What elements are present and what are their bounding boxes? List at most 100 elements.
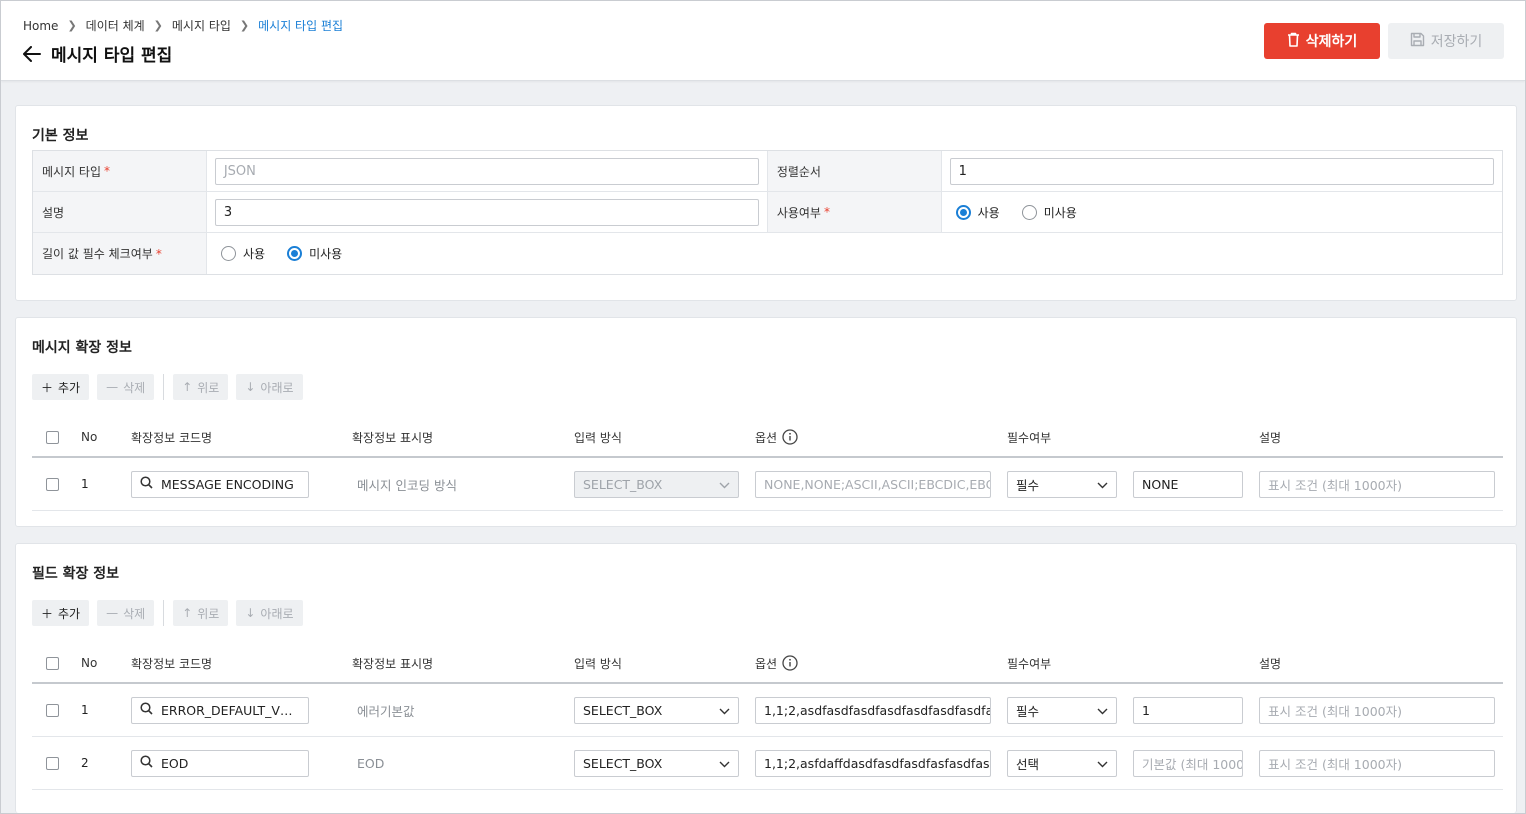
page-title: 메시지 타입 편집 [51,46,173,66]
remove-button[interactable]: — 삭제 [97,600,155,626]
field-ext-grid: No 확장정보 코드명 확장정보 표시명 입력 방식 옵션 필수여부 설명 1 [32,644,1503,790]
col-code: 확장정보 코드명 [131,430,213,445]
col-description: 설명 [1259,656,1282,671]
chevron-down-icon [1097,703,1108,718]
display-name-text: EOD [357,755,385,771]
col-input-type: 입력 방식 [574,656,622,671]
col-required: 필수여부 [1007,430,1052,445]
use-yn-label: 사용여부 * [767,192,942,232]
options-input[interactable]: 1,1;2,asdfasdfasdfasdfasdfasdfasdfa [755,696,991,724]
use-yn-radio-group: 사용 미사용 [950,204,1077,221]
description-input[interactable]: 3 [214,198,759,226]
description-input[interactable]: 표시 조건 (최대 1000자) [1259,749,1495,777]
message-ext-title: 메시지 확장 정보 [32,340,132,356]
info-icon[interactable] [782,655,798,671]
add-button[interactable]: ＋ 추가 [32,600,90,626]
use-yn-radio-use[interactable]: 사용 [955,204,1000,221]
length-check-radio-use[interactable]: 사용 [221,245,265,262]
row-no: 1 [81,703,89,717]
description-input[interactable]: 표시 조건 (최대 1000자) [1259,696,1495,724]
basic-info-form: 메시지 타입 * JSON 정렬순서 1 설명 3 사용여부 * 사용 미사용 … [32,150,1503,275]
radio-checked-icon [955,204,971,220]
back-arrow-icon[interactable] [21,43,43,65]
input-type-select[interactable]: SELECT_BOX [574,696,739,724]
display-name-text: 메시지 인코딩 방식 [357,477,457,493]
delete-button-label: 삭제하기 [1305,34,1358,50]
grid-header: No 확장정보 코드명 확장정보 표시명 입력 방식 옵션 필수여부 설명 [32,418,1503,458]
add-button[interactable]: ＋ 추가 [32,374,90,400]
default-value-input[interactable]: NONE [1133,470,1243,498]
move-down-button[interactable]: ↓ 아래로 [236,600,303,626]
input-type-select: SELECT_BOX [574,470,739,498]
col-display: 확장정보 표시명 [352,430,434,445]
required-select[interactable]: 선택 [1007,749,1117,777]
message-ext-toolbar: ＋ 추가 — 삭제 ↑ 위로 ↓ 아래로 [32,374,303,400]
message-type-label: 메시지 타입 * [33,151,207,191]
plus-icon: ＋ [41,606,54,621]
sort-order-input[interactable]: 1 [949,157,1494,185]
save-button-label: 저장하기 [1430,34,1483,50]
col-display: 확장정보 표시명 [352,656,434,671]
arrow-down-icon: ↓ [245,606,256,620]
code-search-input[interactable]: MESSAGE ENCODING [131,470,309,498]
input-type-select[interactable]: SELECT_BOX [574,749,739,777]
save-button[interactable]: 저장하기 [1388,23,1504,59]
chevron-down-icon [719,477,730,492]
chevron-down-icon [719,703,730,718]
row-no: 2 [81,756,89,770]
arrow-up-icon: ↑ [182,380,193,394]
length-check-radio-unused[interactable]: 미사용 [287,245,342,262]
grid-header: No 확장정보 코드명 확장정보 표시명 입력 방식 옵션 필수여부 설명 [32,644,1503,684]
table-row: 1 ERROR_DEFAULT_V… 에러기본값 SELECT_BOX 1,1;… [32,684,1503,737]
row-checkbox[interactable] [45,756,59,770]
row-checkbox[interactable] [45,703,59,717]
remove-button[interactable]: — 삭제 [97,374,155,400]
select-all-checkbox[interactable] [45,656,59,670]
toolbar-divider [163,374,165,400]
delete-button[interactable]: 삭제하기 [1264,23,1380,59]
floppy-disk-icon [1410,32,1425,51]
required-select[interactable]: 필수 [1007,470,1117,498]
col-input-type: 입력 방식 [574,430,622,445]
row-checkbox[interactable] [45,477,59,491]
field-ext-panel: 필드 확장 정보 ＋ 추가 — 삭제 ↑ 위로 ↓ 아래로 No 확장정보 코드명 확장… [15,543,1517,813]
breadcrumb-message-type[interactable]: 메시지 타입 [172,17,231,34]
table-row: 2 EOD EOD SELECT_BOX 1,1;2,asfdaffdasdfa… [32,737,1503,790]
use-yn-radio-unused[interactable]: 미사용 [1021,204,1077,221]
info-icon[interactable] [782,429,798,445]
code-search-input[interactable]: EOD [131,749,309,777]
chevron-down-icon [1097,756,1108,771]
options-input[interactable]: NONE,NONE;ASCII,ASCII;EBCDIC,EBCDIC [755,470,991,498]
length-check-radio-group: 사용 미사용 [215,245,342,262]
message-type-input[interactable]: JSON [214,157,759,185]
col-description: 설명 [1259,430,1282,445]
required-select[interactable]: 필수 [1007,696,1117,724]
arrow-down-icon: ↓ [245,380,256,394]
col-options: 옵션 [755,655,1007,672]
default-value-input[interactable]: 기본값 (최대 1000자) [1133,749,1243,777]
move-up-button[interactable]: ↑ 위로 [173,374,229,400]
minus-icon: — [106,380,119,394]
basic-info-title: 기본 정보 [32,128,89,144]
select-all-checkbox[interactable] [45,430,59,444]
chevron-down-icon [1097,477,1108,492]
col-no: No [81,656,98,670]
display-name-text: 에러기본값 [357,703,415,719]
breadcrumb-data-system[interactable]: 데이터 체계 [86,17,145,34]
breadcrumb-current: 메시지 타입 편집 [258,19,344,33]
description-input[interactable]: 표시 조건 (최대 1000자) [1259,470,1495,498]
chevron-down-icon [719,756,730,771]
arrow-up-icon: ↑ [182,606,193,620]
move-up-button[interactable]: ↑ 위로 [173,600,229,626]
page-header: Home ❯ 데이터 체계 ❯ 메시지 타입 ❯ 메시지 타입 편집 메시지 타… [1,1,1525,81]
default-value-input[interactable]: 1 [1133,696,1243,724]
radio-checked-icon [287,246,303,261]
options-input[interactable]: 1,1;2,asfdaffdasdfasdfasdfasfasdfas; [755,749,991,777]
message-ext-panel: 메시지 확장 정보 ＋ 추가 — 삭제 ↑ 위로 ↓ 아래로 No 확장정보 코드명 확… [15,317,1517,527]
breadcrumb-home[interactable]: Home [23,19,58,33]
code-search-input[interactable]: ERROR_DEFAULT_V… [131,696,309,724]
col-options: 옵션 [755,429,1007,446]
move-down-button[interactable]: ↓ 아래로 [236,374,303,400]
table-row: 1 MESSAGE ENCODING 메시지 인코딩 방식 SELECT_BOX… [32,458,1503,511]
chevron-right-icon: ❯ [67,19,77,32]
